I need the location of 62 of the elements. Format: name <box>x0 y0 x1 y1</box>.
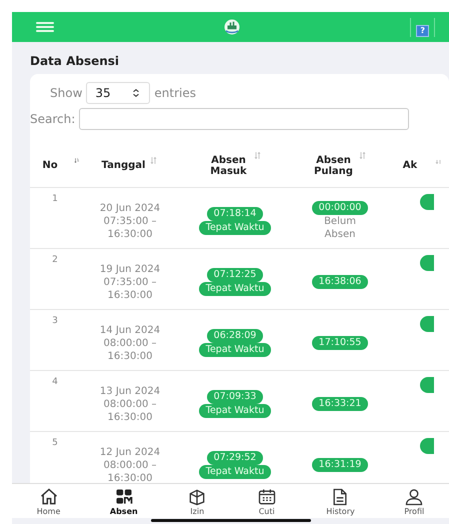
house-icon <box>38 486 59 506</box>
status-badge: Tepat Waktu <box>198 282 272 296</box>
shift-time: 08:00:00 – 16:30:00 <box>102 458 158 483</box>
help-button[interactable]: ? <box>416 24 429 36</box>
action-badge <box>420 377 434 393</box>
check-out-time: 16:38:06 <box>312 275 368 289</box>
check-out-time: 16:31:19 <box>312 458 368 472</box>
action-badge <box>420 255 434 271</box>
nav-tab[interactable]: Home <box>36 486 60 516</box>
shift-time: 08:00:00 – 16:30:00 <box>102 398 158 424</box>
nav-tab[interactable]: Izin <box>187 486 208 516</box>
shift-time: 08:00:00 – 16:30:00 <box>102 336 158 362</box>
qr-code-icon <box>114 486 134 506</box>
date-text: 20 Jun 2024 <box>98 202 162 214</box>
row-number: 1 <box>52 194 58 204</box>
column-header[interactable]: No <box>30 160 70 171</box>
check-in-time: 06:28:09 <box>206 329 264 343</box>
shift-time: 07:35:00 – 16:30:00 <box>102 214 158 240</box>
nav-tab[interactable]: Profil <box>404 486 424 516</box>
date-text: 13 Jun 2024 <box>98 384 162 398</box>
row-number: 2 <box>52 255 58 265</box>
column-header[interactable]: Absen Pulang <box>314 154 354 176</box>
action-badge <box>420 194 434 210</box>
logo-icon <box>223 18 242 36</box>
nav-tab[interactable]: History <box>326 486 355 516</box>
entries-select[interactable]: 35 <box>86 82 150 104</box>
date-text: 19 Jun 2024 <box>98 262 162 276</box>
person-icon <box>404 486 424 506</box>
row-number: 3 <box>52 316 58 326</box>
check-out-time: 16:33:21 <box>312 397 368 411</box>
row-number: 5 <box>52 438 58 448</box>
show-label: Show <box>50 86 82 100</box>
calendar-icon <box>256 486 277 506</box>
check-out-time: 17:10:55 <box>312 336 368 350</box>
status-note: Belum Absen <box>323 215 357 241</box>
box-icon <box>187 486 208 506</box>
shift-time: 07:35:00 – 16:30:00 <box>102 276 158 302</box>
sort-arrows-icon <box>131 88 142 98</box>
nav-tab[interactable]: Cuti <box>256 486 277 516</box>
search-label: Search: <box>30 112 76 126</box>
nav-tab[interactable]: Absen <box>110 486 138 516</box>
date-text: 12 Jun 2024 <box>98 446 162 458</box>
check-in-time: 07:09:33 <box>206 390 264 404</box>
menu-icon[interactable] <box>36 22 54 32</box>
page-title: Data Absensi <box>30 54 120 68</box>
column-header[interactable]: Ak <box>390 160 430 171</box>
status-badge: Tepat Waktu <box>198 343 272 357</box>
check-out-time: 00:00:00 <box>312 201 368 215</box>
date-text: 14 Jun 2024 <box>98 324 162 336</box>
action-badge <box>420 316 434 332</box>
check-in-time: 07:18:14 <box>206 207 264 221</box>
row-number: 4 <box>52 377 58 387</box>
search-field[interactable] <box>79 108 410 130</box>
action-badge <box>420 438 434 454</box>
column-header[interactable]: Absen Masuk <box>208 154 248 176</box>
check-in-time: 07:29:52 <box>206 451 264 465</box>
status-badge: Tepat Waktu <box>198 465 272 479</box>
entries-label: entries <box>154 86 196 100</box>
column-header[interactable]: Tanggal <box>102 160 146 171</box>
check-in-time: 07:12:25 <box>206 268 264 282</box>
status-badge: Tepat Waktu <box>198 221 272 235</box>
status-badge: Tepat Waktu <box>198 404 272 418</box>
